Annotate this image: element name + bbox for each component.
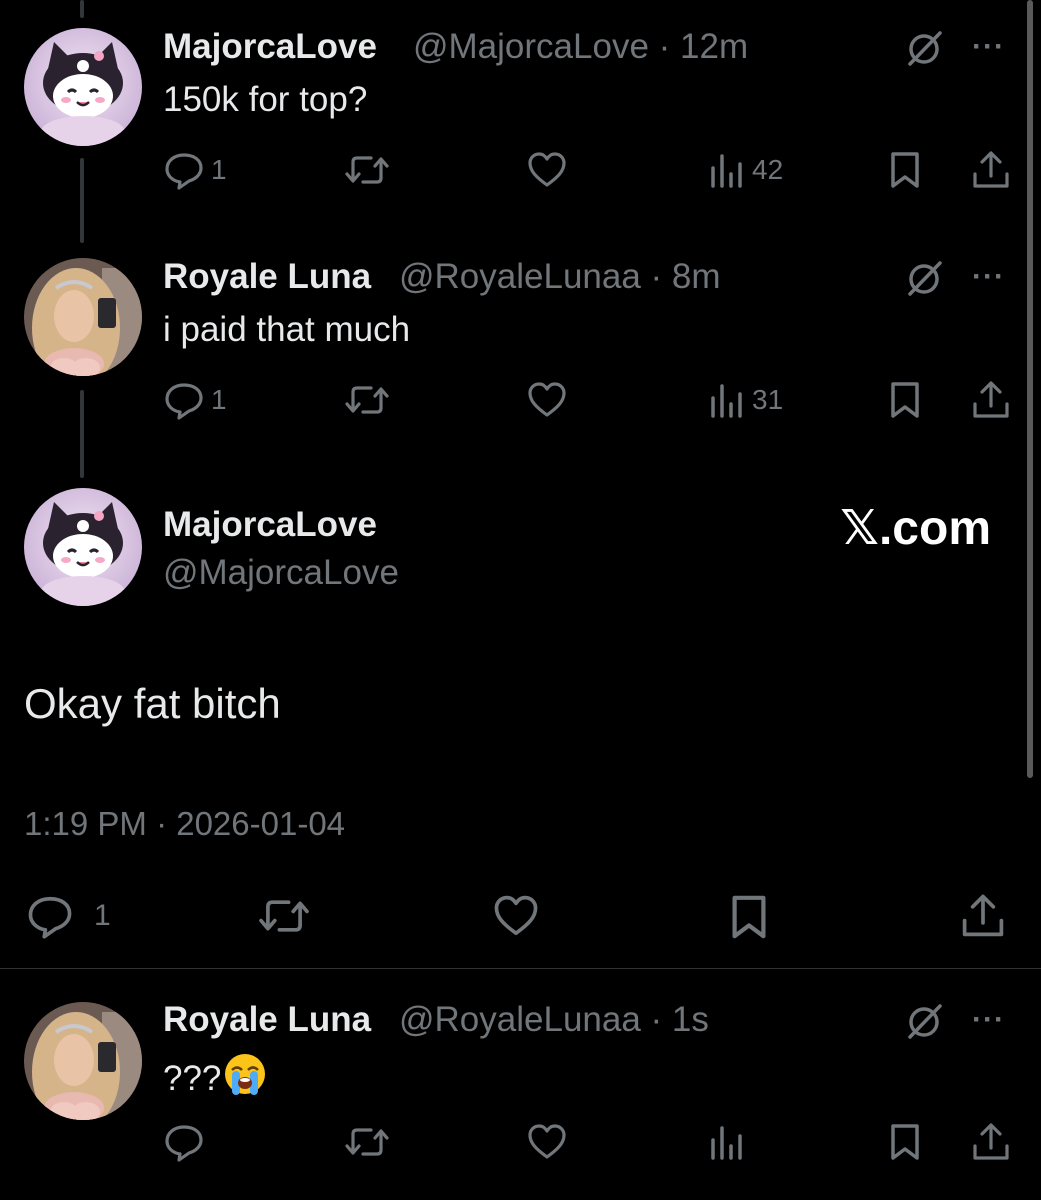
profile-photo-icon (24, 258, 142, 376)
separator: · (640, 257, 672, 296)
reply-icon (28, 896, 72, 939)
reply-button[interactable] (163, 1122, 205, 1162)
retweet-button[interactable] (343, 1122, 391, 1162)
heart-icon (494, 895, 538, 936)
views-icon (711, 1126, 742, 1160)
retweet-button[interactable] (255, 893, 313, 939)
post-time[interactable]: 12m (680, 27, 748, 66)
author-name[interactable]: MajorcaLove (163, 27, 377, 67)
author-handle[interactable]: @RoyaleLunaa (399, 257, 641, 296)
bookmark-button[interactable] (887, 380, 923, 420)
x-logo-icon: 𝕏 (840, 502, 879, 555)
reply-icon (165, 1125, 203, 1162)
handle-time: @RoyaleLunaa · 8m (399, 257, 721, 297)
avatar[interactable] (24, 258, 142, 376)
views-icon (711, 384, 742, 418)
author-handle[interactable]: @RoyaleLunaa (399, 1000, 641, 1039)
avatar[interactable] (24, 488, 142, 606)
reply-count: 1 (211, 384, 227, 415)
grok-icon[interactable] (904, 1001, 944, 1046)
tweet-timestamp[interactable]: 1:19 PM · 2026-01-04 (24, 805, 345, 843)
post-time[interactable]: 1s (672, 1000, 709, 1039)
x-brand-watermark: 𝕏 .com (840, 500, 991, 556)
avatar[interactable] (24, 1002, 142, 1120)
separator: · (640, 1000, 672, 1039)
retweet-icon (345, 1128, 389, 1156)
like-button[interactable] (526, 380, 568, 420)
bookmark-icon (891, 152, 919, 188)
post-time[interactable]: 8m (672, 257, 721, 296)
thread-line-top (80, 0, 84, 18)
views-button[interactable] (708, 1122, 746, 1162)
bookmark-icon (891, 382, 919, 418)
thread-line-1 (80, 158, 84, 243)
author-name[interactable]: MajorcaLove (163, 505, 377, 545)
retweet-button[interactable] (343, 150, 391, 190)
bookmark-button[interactable] (727, 893, 771, 941)
tweet-text: i paid that much (163, 310, 411, 349)
share-button[interactable] (958, 893, 1008, 939)
share-button[interactable] (970, 380, 1012, 420)
like-button[interactable] (526, 1122, 568, 1162)
heart-icon (528, 152, 566, 187)
separator: · (648, 27, 681, 66)
handle-time: @MajorcaLove · 12m (413, 27, 748, 67)
heart-icon (528, 1124, 566, 1159)
heart-icon (528, 382, 566, 417)
share-icon (973, 381, 1009, 418)
retweet-button[interactable] (343, 380, 391, 420)
share-button[interactable] (970, 150, 1012, 190)
grok-icon[interactable] (904, 258, 944, 303)
kuromi-avatar-icon (24, 488, 142, 606)
thread-line-2 (80, 390, 84, 478)
bookmark-button[interactable] (887, 1122, 923, 1162)
tweet-text-row: ??? (163, 1052, 267, 1105)
profile-photo-icon (24, 1002, 142, 1120)
like-button[interactable] (490, 893, 542, 939)
grok-icon[interactable] (904, 28, 944, 73)
views-button[interactable]: 31 (708, 380, 783, 420)
tweet-text: Okay fat bitch (24, 680, 281, 727)
handle-time: @RoyaleLunaa · 1s (399, 1000, 709, 1040)
kuromi-avatar-icon (24, 28, 142, 146)
reply-button[interactable]: 1 (163, 380, 227, 420)
views-count: 31 (752, 384, 784, 415)
share-button[interactable] (970, 1122, 1012, 1162)
reply-icon (165, 153, 203, 190)
share-icon (973, 1123, 1009, 1160)
brand-domain: .com (878, 501, 991, 555)
retweet-icon (345, 386, 389, 414)
author-name[interactable]: Royale Luna (163, 257, 371, 297)
reply-count: 1 (211, 154, 227, 185)
avatar[interactable] (24, 28, 142, 146)
retweet-icon (259, 900, 309, 932)
bookmark-icon (891, 1124, 919, 1160)
reply-count: 1 (94, 899, 111, 932)
reply-button[interactable]: 1 (24, 893, 111, 939)
views-count: 42 (752, 154, 784, 185)
author-handle[interactable]: @MajorcaLove (163, 553, 399, 593)
divider (0, 968, 1041, 969)
reply-button[interactable]: 1 (163, 150, 227, 190)
retweet-icon (345, 156, 389, 184)
author-handle[interactable]: @MajorcaLove (413, 27, 649, 66)
more-icon[interactable]: ··· (972, 1003, 1005, 1037)
bookmark-icon (732, 895, 766, 939)
author-name[interactable]: Royale Luna (163, 1000, 371, 1040)
share-icon (973, 151, 1009, 188)
loudly-crying-face-emoji (223, 1052, 267, 1105)
scrollbar[interactable] (1027, 0, 1033, 778)
like-button[interactable] (526, 150, 568, 190)
views-icon (711, 154, 742, 188)
views-button[interactable]: 42 (708, 150, 783, 190)
more-icon[interactable]: ··· (972, 30, 1005, 64)
tweet-text: ??? (163, 1058, 222, 1098)
tweet-text: 150k for top? (163, 80, 368, 119)
more-icon[interactable]: ··· (972, 260, 1005, 294)
reply-icon (165, 383, 203, 420)
bookmark-button[interactable] (887, 150, 923, 190)
share-icon (962, 894, 1004, 937)
